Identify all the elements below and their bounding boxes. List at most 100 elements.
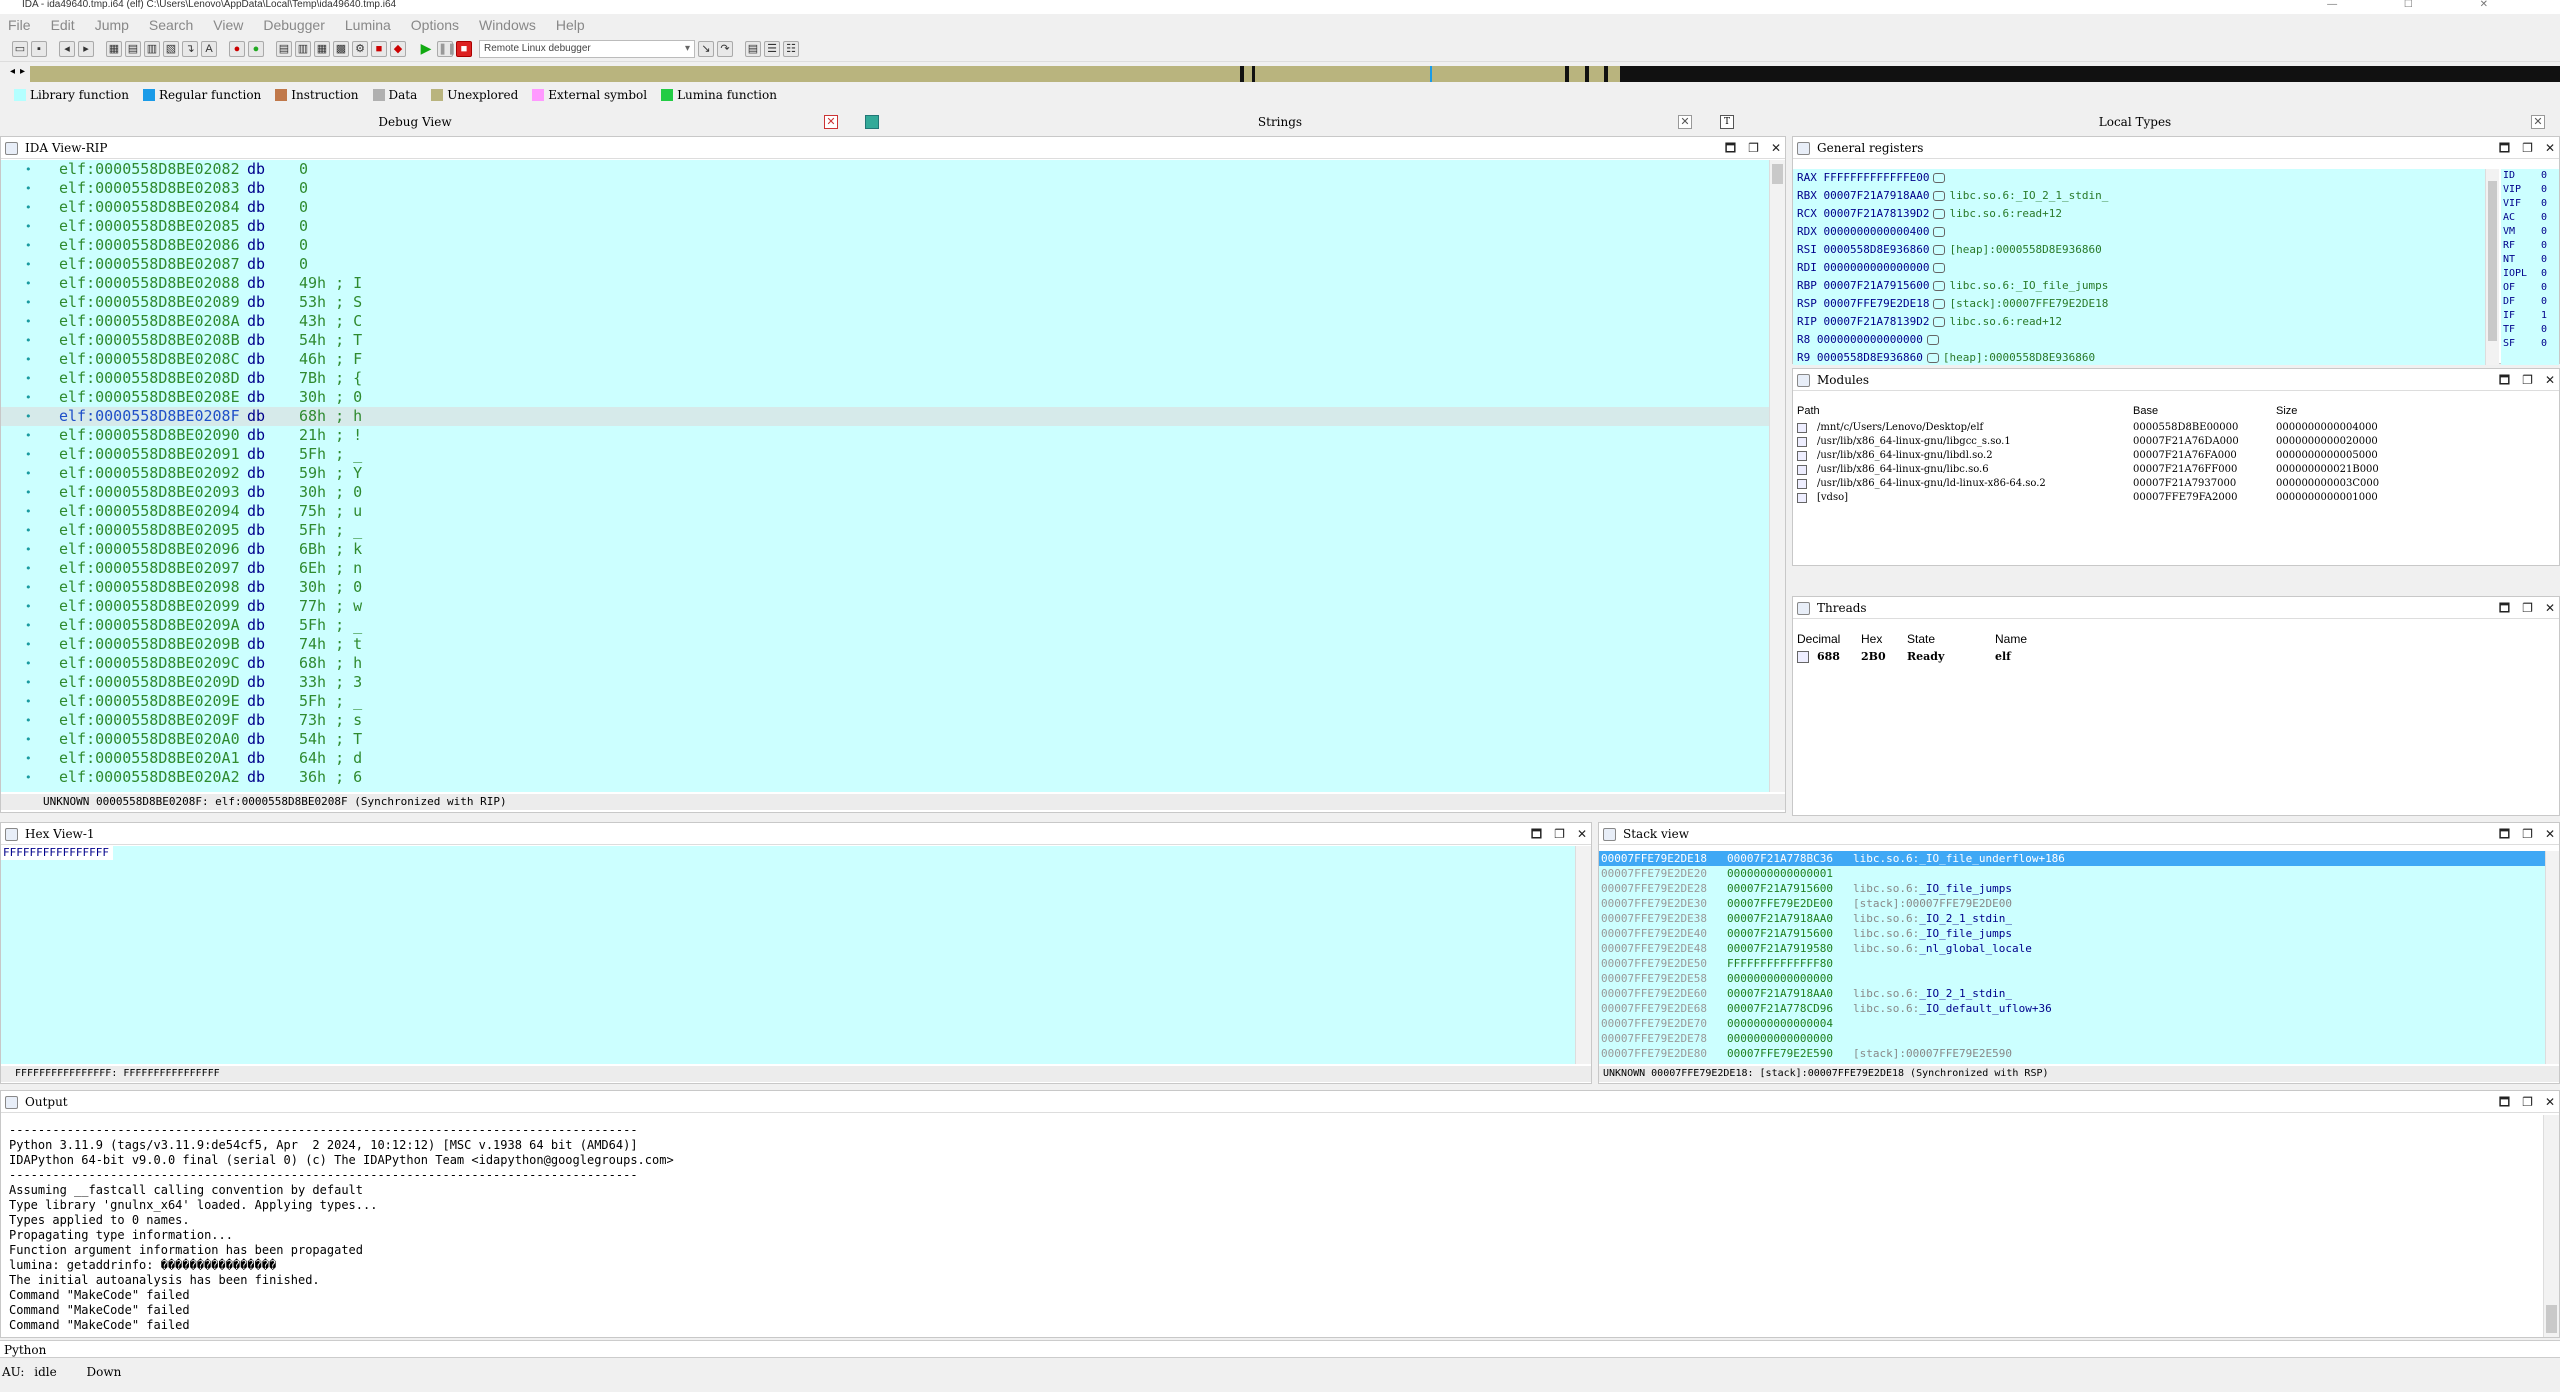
data-icon[interactable]: A	[201, 40, 217, 57]
modules-col-size[interactable]: Size	[2276, 403, 2297, 419]
disassembly-line[interactable]: • elf:0000558D8BE02088 db 49h ; I	[1, 274, 1769, 293]
back-icon[interactable]: ◂	[59, 40, 75, 57]
stack-address[interactable]: 00007FFE79E2DE78	[1601, 1031, 1707, 1046]
disassembly-line[interactable]: • elf:0000558D8BE02087 db 0	[1, 255, 1769, 274]
command-input[interactable]	[50, 1342, 2550, 1357]
menu-view[interactable]: View	[213, 17, 243, 33]
stack-address[interactable]: 00007FFE79E2DE48	[1601, 941, 1707, 956]
line-address[interactable]: elf:0000558D8BE0209A	[59, 616, 240, 635]
run-icon[interactable]: ▶	[418, 41, 434, 57]
stack-row[interactable]: 00007FFE79E2DE18 00007F21A778BC36 libc.so.…	[1599, 851, 2545, 866]
register-reference[interactable]: [stack]:00007FFE79E2DE18	[1949, 297, 2108, 310]
flag-row[interactable]: VM 0	[2503, 225, 2557, 239]
disassembly-line[interactable]: • elf:0000558D8BE020A0 db 54h ; T	[1, 730, 1769, 749]
stack-value[interactable]: 00007F21A7915600	[1727, 926, 1833, 941]
link-icon[interactable]	[1933, 191, 1946, 201]
stack-value[interactable]: 0000000000000004	[1727, 1016, 1833, 1031]
register-row[interactable]: R8 0000000000000000	[1797, 331, 1943, 349]
link-icon[interactable]	[1926, 353, 1939, 363]
register-reference[interactable]: [heap]:0000558D8E936860	[1949, 243, 2101, 256]
hex-dump[interactable]: FFFFFFFFFFFFFFFF	[1, 846, 1575, 1064]
flag-row[interactable]: OF 0	[2503, 281, 2557, 295]
line-address[interactable]: elf:0000558D8BE02083	[59, 179, 240, 198]
line-address[interactable]: elf:0000558D8BE02086	[59, 236, 240, 255]
float-icon[interactable]: ❐	[1748, 137, 1759, 159]
close-icon[interactable]: ✕	[1577, 823, 1587, 845]
modules-col-path[interactable]: Path	[1797, 403, 1820, 419]
stack-value[interactable]: 0000000000000000	[1727, 971, 1833, 986]
line-address[interactable]: elf:0000558D8BE02082	[59, 160, 240, 179]
register-row[interactable]: RDI 0000000000000000	[1797, 259, 1949, 277]
window-controls[interactable]: — ☐ ✕	[2327, 0, 2520, 10]
line-address[interactable]: elf:0000558D8BE0209B	[59, 635, 240, 654]
flag-row[interactable]: IF 1	[2503, 309, 2557, 323]
stack-value[interactable]: 00007F21A7918AA0	[1727, 911, 1833, 926]
disassembly-line[interactable]: • elf:0000558D8BE02090 db 21h ; !	[1, 426, 1769, 445]
disassembly-line[interactable]: • elf:0000558D8BE02085 db 0	[1, 217, 1769, 236]
pause-icon[interactable]: ❚❚	[437, 40, 456, 57]
flags-list[interactable]: ID 0 VIP 0 VIF 0 AC 0 VM 0 RF 0 NT 0 IOPL 0 OF 0 DF 0 IF 1 TF 0…	[2501, 169, 2559, 365]
link-icon[interactable]	[1933, 263, 1946, 273]
threads-col-name[interactable]: Name	[1995, 631, 2027, 647]
float-icon[interactable]: ❐	[1554, 823, 1565, 845]
menu-options[interactable]: Options	[411, 17, 459, 33]
disassembly-line[interactable]: • elf:0000558D8BE02096 db 6Bh ; k	[1, 540, 1769, 559]
link-icon[interactable]	[1933, 299, 1946, 309]
link-icon[interactable]	[1926, 335, 1939, 345]
close-icon[interactable]: ✕	[2545, 823, 2555, 845]
register-value[interactable]: 0000000000000400	[1824, 225, 1930, 238]
menu-help[interactable]: Help	[556, 17, 585, 33]
flag-row[interactable]: SF 0	[2503, 337, 2557, 351]
register-row[interactable]: RSP 00007FFE79E2DE18 [stack]:00007FFE79E2…	[1797, 295, 2108, 313]
stack-value[interactable]: 0000000000000000	[1727, 1031, 1833, 1046]
line-address[interactable]: elf:0000558D8BE020A0	[59, 730, 240, 749]
flag-value[interactable]: 0	[2541, 169, 2547, 183]
register-row[interactable]: R9 0000558D8E936860 [heap]:0000558D8E9368…	[1797, 349, 2095, 365]
link-icon[interactable]	[1933, 281, 1946, 291]
line-address[interactable]: elf:0000558D8BE0209C	[59, 654, 240, 673]
stack-scrollbar[interactable]	[2545, 851, 2559, 1064]
float-icon[interactable]: ❐	[2522, 369, 2533, 391]
line-address[interactable]: elf:0000558D8BE02093	[59, 483, 240, 502]
disassembly-line[interactable]: • elf:0000558D8BE02095 db 5Fh ; _	[1, 521, 1769, 540]
disassembly-line[interactable]: • elf:0000558D8BE0209E db 5Fh ; _	[1, 692, 1769, 711]
stack-ref-name[interactable]: _nl_global_locale	[1919, 942, 2032, 955]
stack-address[interactable]: 00007FFE79E2DE18	[1601, 851, 1707, 866]
stack-value[interactable]: 00007F21A778CD96	[1727, 1001, 1833, 1016]
module-row[interactable]: /mnt/c/Users/Lenovo/Desktop/elf 0000558D8…	[1793, 421, 2559, 435]
menu-lumina[interactable]: Lumina	[345, 17, 391, 33]
disassembly-line[interactable]: • elf:0000558D8BE02099 db 77h ; w	[1, 597, 1769, 616]
nav-right-arrow-icon[interactable]: ▸	[20, 66, 25, 77]
stack-value[interactable]: 00007F21A7919580	[1727, 941, 1833, 956]
register-value[interactable]: 00007F21A78139D2	[1824, 315, 1930, 328]
flag-row[interactable]: AC 0	[2503, 211, 2557, 225]
close-icon[interactable]: ✕	[2545, 597, 2555, 619]
disassembly-line[interactable]: • elf:0000558D8BE02086 db 0	[1, 236, 1769, 255]
flag-value[interactable]: 0	[2541, 281, 2547, 295]
register-reference[interactable]: [heap]:0000558D8E936860	[1943, 351, 2095, 364]
nav-strip[interactable]	[30, 66, 2560, 82]
register-row[interactable]: RAX FFFFFFFFFFFFFE00	[1797, 169, 1949, 187]
register-row[interactable]: RDX 0000000000000400	[1797, 223, 1949, 241]
thread-row[interactable]: 688 2B0 Ready elf	[1793, 649, 2559, 665]
line-address[interactable]: elf:0000558D8BE020A2	[59, 768, 240, 787]
close-icon[interactable]: ✕	[2531, 115, 2545, 129]
stack-address[interactable]: 00007FFE79E2DE80	[1601, 1046, 1707, 1061]
link-icon[interactable]	[1933, 209, 1946, 219]
flag-row[interactable]: TF 0	[2503, 323, 2557, 337]
stack-ref-name[interactable]: _IO_file_jumps	[1919, 882, 2012, 895]
step-over-icon[interactable]: ↷	[717, 40, 733, 57]
register-reference[interactable]: libc.so.6:_IO_2_1_stdin_	[1949, 189, 2108, 202]
flag-value[interactable]: 0	[2541, 239, 2547, 253]
link-icon[interactable]	[1933, 173, 1946, 183]
disassembly-line[interactable]: • elf:0000558D8BE0209B db 74h ; t	[1, 635, 1769, 654]
save-icon[interactable]: ▪	[31, 40, 47, 57]
module-row[interactable]: /usr/lib/x86_64-linux-gnu/libc.so.6 00007…	[1793, 463, 2559, 477]
module-row[interactable]: /usr/lib/x86_64-linux-gnu/libdl.so.2 0000…	[1793, 449, 2559, 463]
minimize-icon[interactable]: 🗖	[2499, 823, 2510, 845]
line-address[interactable]: elf:0000558D8BE0209D	[59, 673, 240, 692]
flag-row[interactable]: NT 0	[2503, 253, 2557, 267]
tab-local-types[interactable]: Local Types	[1735, 113, 2535, 131]
scrollbar-thumb[interactable]	[1772, 164, 1783, 184]
stack-row[interactable]: 00007FFE79E2DE78 0000000000000000	[1599, 1031, 2545, 1046]
